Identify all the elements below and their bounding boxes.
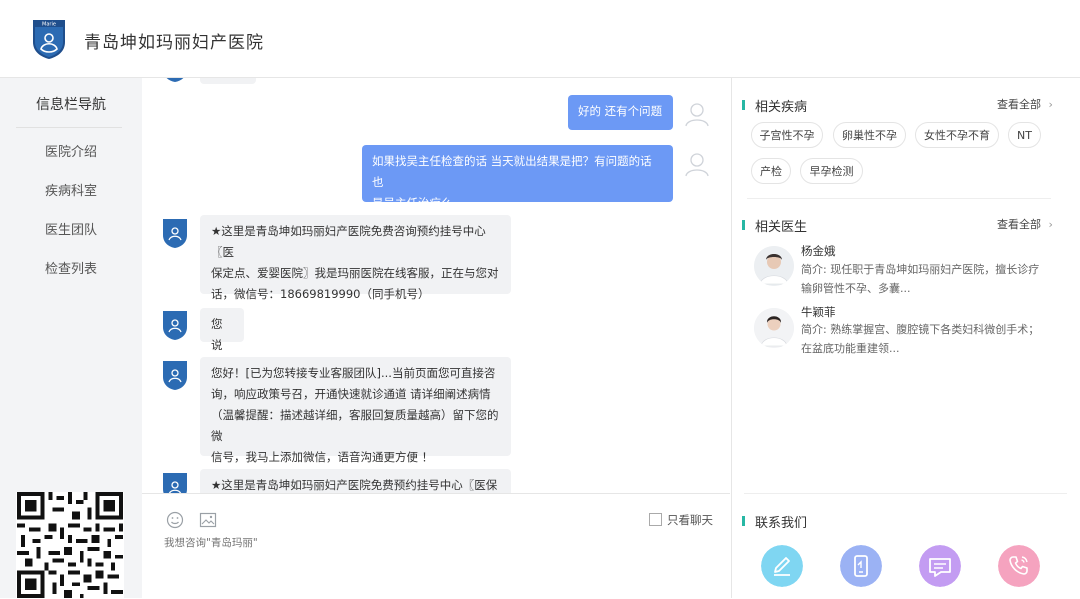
disease-tag[interactable]: 早孕检测 — [800, 158, 863, 184]
doctor-description: 简介: 现任职于青岛坤如玛丽妇产医院，擅长诊疗 输卵管性不孕、多囊... — [801, 260, 1073, 298]
header: Marie 青岛坤如玛丽妇产医院 — [0, 0, 1080, 78]
doctor-photo — [754, 308, 794, 348]
message-line: ★这里是青岛坤如玛丽妇产医院免费预约挂号中心〖医保定 — [211, 478, 498, 492]
left-nav: 信息栏导航 医院介绍 疾病科室 医生团队 检查列表 — [0, 78, 142, 598]
section-marker — [742, 220, 745, 230]
doctor-name: 杨金娥 — [801, 244, 836, 258]
view-all-label: 查看全部 — [997, 218, 1041, 231]
service-message: ★这里是青岛坤如玛丽妇产医院免费咨询预约挂号中心〖医 保定点、爱婴医院〗我是玛丽… — [200, 215, 511, 301]
section-marker — [742, 516, 745, 526]
view-all-label: 查看全部 — [997, 98, 1041, 111]
hospital-name: 青岛坤如玛丽妇产医院 — [84, 33, 264, 53]
disease-tag[interactable]: 卵巢性不孕 — [833, 122, 906, 148]
message-line: 是吴主任治疗么 — [372, 196, 453, 210]
image-upload-icon[interactable] — [199, 511, 217, 529]
doctor-description: 简介: 熟练掌握宫、腹腔镜下各类妇科微创手术； 在盆底功能重建领... — [801, 320, 1073, 358]
qr-code — [16, 492, 124, 598]
message-line: 信号，我马上添加微信，语音沟通更方便 ！ — [211, 450, 434, 464]
phone-call-icon[interactable] — [998, 545, 1040, 587]
message-line: （温馨提醒：描述越详细，客服回复质量越高）留下您的微 — [211, 408, 499, 443]
section-divider — [747, 198, 1051, 199]
view-all-doctors-link[interactable]: 查看全部 › — [997, 216, 1053, 232]
only-chat-checkbox[interactable] — [649, 513, 662, 526]
message-line: 您好！[已为您转接专业客服团队]...当前页面您可直接咨 — [211, 366, 496, 380]
nav-title: 信息栏导航 — [36, 97, 106, 113]
chat-bubble-partial — [200, 78, 256, 84]
view-all-diseases-link[interactable]: 查看全部 › — [997, 96, 1053, 112]
service-avatar — [163, 219, 187, 248]
phone-screen-icon[interactable] — [840, 545, 882, 587]
right-panel: 相关疾病 查看全部 › 子宫性不孕 卵巢性不孕 女性不孕不育 NT 产检 早孕检… — [731, 78, 1080, 598]
logo-text: Marie — [42, 22, 56, 28]
doctor-description-line: 简介: 熟练掌握宫、腹腔镜下各类妇科微创手术； — [801, 323, 1040, 336]
nav-item-exam-list[interactable]: 检查列表 — [0, 258, 142, 277]
disease-tag[interactable]: 子宫性不孕 — [751, 122, 823, 148]
doctor-description-line: 在盆底功能重建领... — [801, 342, 900, 355]
user-avatar-icon — [685, 103, 709, 127]
emoji-icon[interactable] — [166, 511, 184, 529]
related-doctors-title: 相关医生 — [755, 220, 808, 235]
chat-input[interactable] — [164, 533, 704, 553]
chevron-right-icon: › — [1048, 218, 1053, 231]
message-line: 保定点、爱婴医院〗我是玛丽医院在线客服，正在与您对 — [211, 266, 499, 280]
message-line: 话，微信号：18669819990（同手机号） — [211, 287, 430, 301]
service-message: 您说 — [200, 308, 244, 352]
service-avatar — [166, 78, 184, 82]
contact-us-title: 联系我们 — [755, 516, 808, 531]
message-line: ★这里是青岛坤如玛丽妇产医院免费咨询预约挂号中心〖医 — [211, 224, 486, 259]
message-line: 询，响应政策号召，开通快速就诊通道 请详细阐述病情 — [211, 387, 491, 401]
chevron-right-icon: › — [1048, 98, 1053, 111]
nav-divider — [16, 127, 122, 128]
nav-item-departments[interactable]: 疾病科室 — [0, 180, 142, 199]
disease-tag[interactable]: 女性不孕不育 — [915, 122, 999, 148]
section-divider — [744, 493, 1067, 494]
chat-messages[interactable]: 好的 还有个问题 如果找吴主任检查的话 当天就出结果是把？有问题的话也 是吴主任… — [142, 78, 730, 493]
service-avatar — [163, 473, 187, 493]
disease-tag[interactable]: NT — [1008, 122, 1041, 148]
service-message: ★这里是青岛坤如玛丽妇产医院免费预约挂号中心〖医保定 — [200, 469, 511, 493]
section-marker — [742, 100, 745, 110]
disease-tag[interactable]: 产检 — [751, 158, 791, 184]
chat-input-area: 只看聊天 — [142, 493, 730, 599]
message-line: 如果找吴主任检查的话 当天就出结果是把？有问题的话也 — [372, 154, 652, 189]
doctor-name: 牛颖菲 — [801, 305, 836, 319]
hospital-logo: Marie — [33, 20, 65, 59]
nav-item-hospital-intro[interactable]: 医院介绍 — [0, 141, 142, 160]
only-chat-label: 只看聊天 — [667, 513, 713, 527]
service-avatar — [163, 311, 187, 340]
user-message: 好的 还有个问题 — [568, 95, 673, 130]
related-diseases-title: 相关疾病 — [755, 100, 808, 115]
doctor-description-line: 输卵管性不孕、多囊... — [801, 282, 911, 295]
edit-icon[interactable] — [761, 545, 803, 587]
nav-item-doctor-team[interactable]: 医生团队 — [0, 219, 142, 238]
doctor-photo — [754, 246, 794, 286]
user-message: 如果找吴主任检查的话 当天就出结果是把？有问题的话也 是吴主任治疗么 — [362, 145, 673, 210]
doctor-description-line: 简介: 现任职于青岛坤如玛丽妇产医院，擅长诊疗 — [801, 263, 1040, 276]
service-message: 您好！[已为您转接专业客服团队]...当前页面您可直接咨 询，响应政策号召，开通… — [200, 357, 511, 464]
user-avatar-icon — [685, 153, 709, 177]
service-avatar — [163, 361, 187, 390]
message-icon[interactable] — [919, 545, 961, 587]
